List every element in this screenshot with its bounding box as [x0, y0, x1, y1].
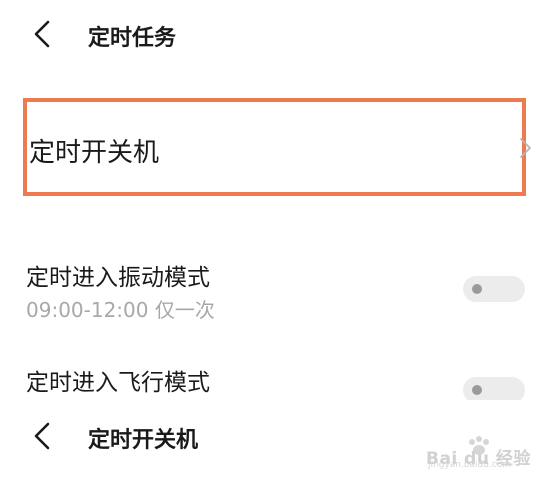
- back-button[interactable]: [28, 18, 58, 50]
- vibrate-mode-toggle[interactable]: [463, 276, 525, 302]
- overlay-page-title: 定时开关机: [88, 428, 199, 453]
- watermark-url: jingyan.baidu.com: [428, 460, 512, 470]
- airplane-mode-title: 定时进入飞行模式: [26, 370, 210, 396]
- screen: 定时任务 定时开关机 定时进入振动模式 09:00-12:00 仅一次 定时进入…: [0, 0, 557, 491]
- chevron-left-icon: [34, 20, 50, 48]
- top-header: 定时任务: [0, 12, 557, 56]
- toggle-knob: [472, 385, 482, 395]
- baidu-watermark: Bai du 经验 jingyan.baidu.com: [424, 436, 534, 470]
- overlay-back-button[interactable]: [28, 420, 58, 452]
- page-title: 定时任务: [88, 26, 177, 51]
- vibrate-mode-subtitle: 09:00-12:00 仅一次: [26, 298, 215, 322]
- timed-power-item[interactable]: 定时开关机: [23, 98, 531, 196]
- chevron-left-icon: [34, 422, 50, 450]
- toggle-knob: [472, 284, 482, 294]
- chevron-right-icon: [520, 138, 531, 158]
- timed-power-label: 定时开关机: [29, 138, 160, 168]
- vibrate-mode-title: 定时进入振动模式: [26, 265, 210, 291]
